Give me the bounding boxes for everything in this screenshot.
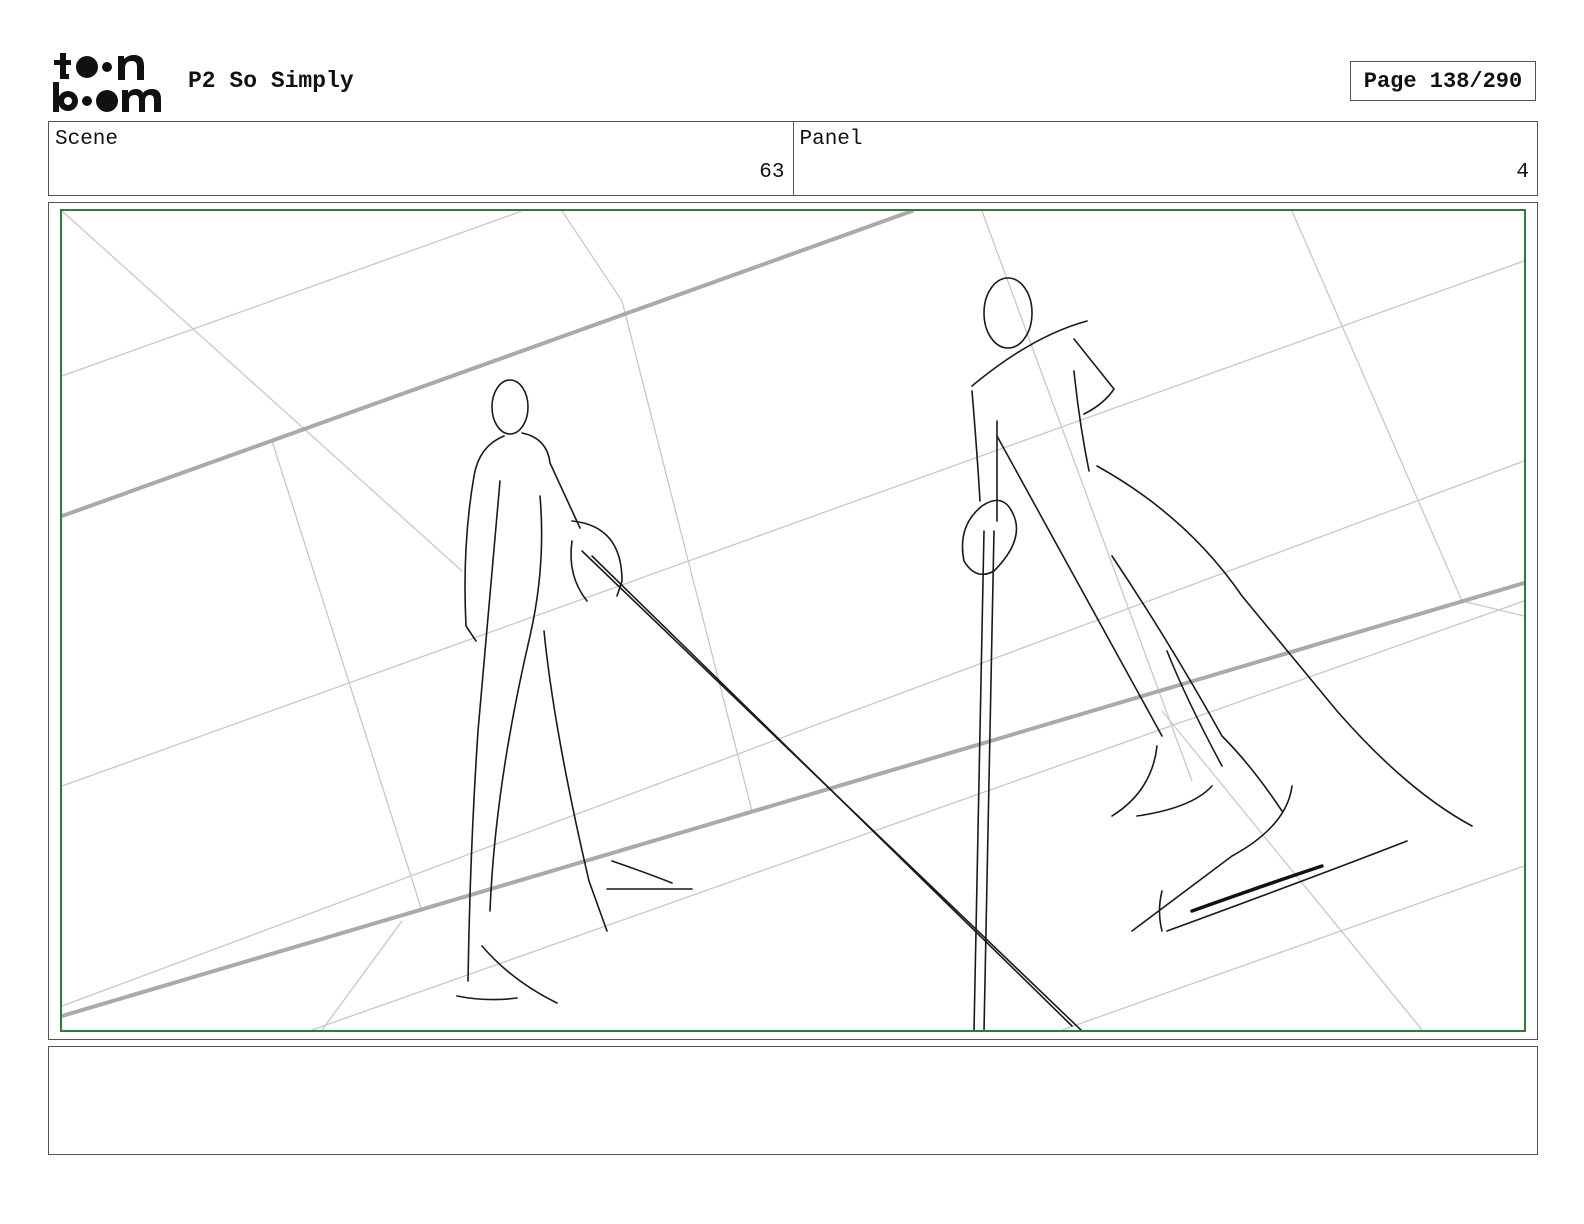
scene-cell: Scene 63	[49, 122, 793, 195]
notes-box[interactable]	[48, 1046, 1538, 1155]
scene-panel-info: Scene 63 Panel 4	[48, 121, 1538, 196]
panel-number: 4	[1516, 161, 1529, 184]
scene-number: 63	[759, 161, 785, 184]
toon-boom-logo-icon	[53, 53, 161, 112]
storyboard-sketch-icon	[62, 211, 1524, 1030]
panel-label: Panel	[799, 128, 863, 151]
panel-image	[60, 209, 1526, 1032]
project-title: P2 So Simply	[188, 68, 354, 94]
page-indicator: Page 138/290	[1350, 61, 1536, 101]
scene-label: Scene	[55, 128, 119, 151]
panel-cell: Panel 4	[792, 122, 1538, 195]
toon-boom-logo	[50, 50, 165, 114]
